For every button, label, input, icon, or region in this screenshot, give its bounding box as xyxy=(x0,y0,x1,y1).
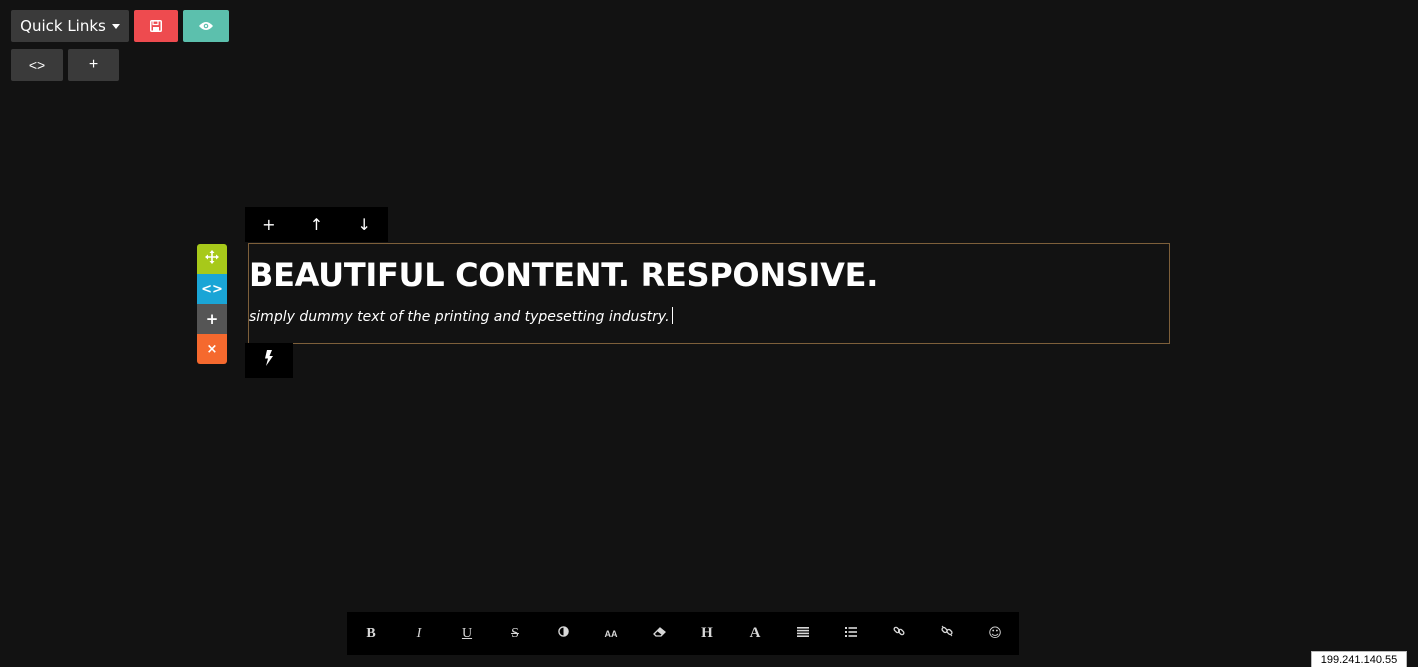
lightning-bolt-icon xyxy=(264,350,274,371)
arrow-up-icon: ↑ xyxy=(309,215,324,234)
preview-button[interactable] xyxy=(183,10,229,42)
code-view-button[interactable]: <> xyxy=(11,49,63,81)
heading-button[interactable]: H xyxy=(683,612,731,655)
row-toolbar: + ↑ ↓ xyxy=(245,207,388,242)
move-arrows-icon xyxy=(205,250,219,268)
unlink-icon xyxy=(941,625,953,642)
row-add-button[interactable]: + xyxy=(245,207,293,242)
quick-links-label: Quick Links xyxy=(20,17,106,35)
text-color-button[interactable] xyxy=(539,612,587,655)
italic-button[interactable]: I xyxy=(395,612,443,655)
heading-icon: H xyxy=(701,625,713,641)
contrast-icon xyxy=(557,625,569,642)
smiley-icon: ☺ xyxy=(988,626,1002,641)
plus-icon: + xyxy=(88,56,99,73)
caret-down-icon xyxy=(111,23,120,29)
unlink-button[interactable] xyxy=(923,612,971,655)
plus-icon: + xyxy=(262,215,276,234)
strikethrough-button[interactable]: S xyxy=(491,612,539,655)
font-size-icon: AA xyxy=(604,628,618,639)
block-add-button[interactable]: + xyxy=(197,304,227,334)
list-icon xyxy=(845,626,857,642)
emoji-button[interactable]: ☺ xyxy=(971,612,1019,655)
font-size-button[interactable]: AA xyxy=(587,612,635,655)
save-button[interactable] xyxy=(134,10,178,42)
block-remove-button[interactable]: × xyxy=(197,334,227,364)
clear-format-button[interactable] xyxy=(635,612,683,655)
add-block-button[interactable]: + xyxy=(68,49,119,81)
plus-icon: + xyxy=(205,310,219,328)
font-family-button[interactable]: A xyxy=(731,612,779,655)
underline-button[interactable]: U xyxy=(443,612,491,655)
headline[interactable]: BEAUTIFUL CONTENT. RESPONSIVE. xyxy=(249,256,878,294)
format-toolbar: B I U S AA H A ☺ xyxy=(347,612,1019,655)
block-code-button[interactable]: <> xyxy=(197,274,227,304)
close-icon: × xyxy=(206,341,218,357)
subline-label: simply dummy text of the printing and ty… xyxy=(249,309,670,325)
link-button[interactable] xyxy=(875,612,923,655)
bold-button[interactable]: B xyxy=(347,612,395,655)
eye-icon xyxy=(199,21,213,31)
underline-icon: U xyxy=(461,625,473,641)
quick-links-dropdown[interactable]: Quick Links xyxy=(11,10,129,42)
eraser-icon xyxy=(652,626,666,642)
align-justify-icon xyxy=(797,626,809,642)
drag-handle-button[interactable] xyxy=(197,244,227,274)
bold-icon: B xyxy=(366,625,376,641)
code-icon: <> xyxy=(201,281,223,297)
arrow-down-icon: ↓ xyxy=(357,215,371,234)
strikethrough-icon: S xyxy=(511,625,519,641)
list-button[interactable] xyxy=(827,612,875,655)
subline-text[interactable]: simply dummy text of the printing and ty… xyxy=(249,307,673,325)
floppy-disk-icon xyxy=(150,20,162,32)
link-icon xyxy=(893,625,905,642)
font-icon: A xyxy=(749,625,761,641)
ip-address-label: 199.241.140.55 xyxy=(1311,651,1407,667)
italic-icon: I xyxy=(416,625,422,641)
block-side-toolbar: <> + × xyxy=(197,244,227,364)
block-action-button[interactable] xyxy=(245,343,293,378)
content-block[interactable]: BEAUTIFUL CONTENT. RESPONSIVE. simply du… xyxy=(248,243,1170,344)
align-button[interactable] xyxy=(779,612,827,655)
move-down-button[interactable]: ↓ xyxy=(340,207,388,242)
code-icon: <> xyxy=(28,57,46,73)
move-up-button[interactable]: ↑ xyxy=(293,207,341,242)
text-caret xyxy=(671,307,673,324)
